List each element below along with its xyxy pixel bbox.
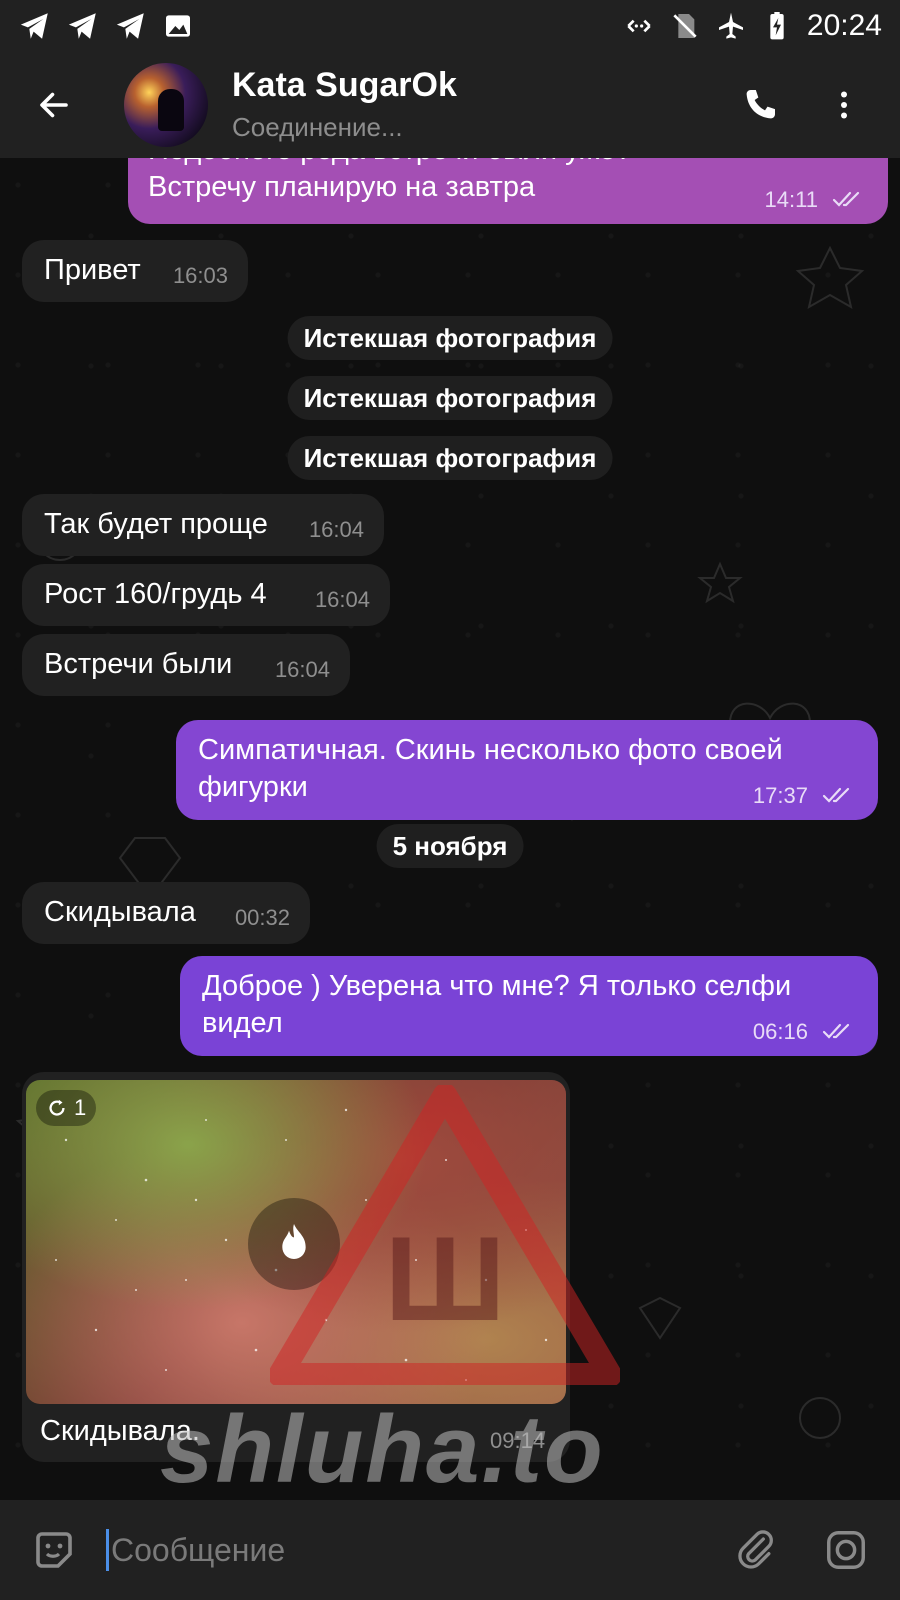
call-button[interactable]: [728, 73, 792, 137]
watermark-text: shluha.to: [160, 1396, 605, 1503]
more-options-button[interactable]: [812, 73, 876, 137]
no-sim-icon: [673, 14, 697, 38]
message-text: Привет: [44, 254, 141, 286]
airplane-mode-icon: [718, 12, 743, 39]
message-meta: 06:16: [753, 1012, 856, 1050]
message-input[interactable]: Сообщение: [106, 1529, 726, 1571]
svg-text:Ш: Ш: [385, 1212, 506, 1346]
message-time: 16:03: [172, 263, 228, 288]
message-time: 06:16: [752, 1019, 808, 1044]
expired-photo-notice: Истекшая фотография: [287, 316, 613, 360]
message-incoming[interactable]: Рост 160/грудь 4 16:04: [22, 564, 390, 626]
notification-icons: [18, 9, 194, 43]
system-indicators: 20:24: [623, 9, 882, 43]
watermark-logo: Ш: [270, 1085, 620, 1385]
message-text: Так будет проще: [44, 508, 268, 540]
contact-name: Kata SugarOk: [232, 66, 457, 104]
avatar[interactable]: [124, 63, 208, 147]
message-meta: 17:37: [753, 776, 856, 814]
message-outgoing[interactable]: Подобного рода встречи были уже? Встречу…: [128, 158, 888, 224]
message-time: 16:04: [308, 517, 364, 542]
message-composer: Сообщение: [0, 1500, 900, 1600]
phone-icon: [746, 90, 775, 119]
telegram-notification-icon: [68, 13, 96, 39]
data-saver-icon: [627, 19, 651, 33]
message-text: Встречу планирую на завтра: [148, 171, 536, 203]
camera-button[interactable]: [816, 1520, 876, 1580]
message-time: 16:04: [314, 587, 370, 612]
sticker-smile-icon: [36, 1532, 72, 1568]
message-text: Доброе ) Уверена что мне? Я только селфи: [202, 970, 792, 1002]
message-outgoing[interactable]: Симпатичная. Скинь несколько фото своей …: [176, 720, 878, 820]
expired-photo-notice: Истекшая фотография: [287, 436, 613, 480]
double-check-icon: [822, 1024, 850, 1039]
status-bar: 20:24: [0, 0, 900, 52]
double-check-icon: [822, 788, 850, 803]
round-video-icon: [827, 1531, 865, 1569]
message-incoming[interactable]: Так будет проще 16:04: [22, 494, 384, 556]
view-once-counter: 1: [36, 1090, 97, 1126]
arrow-left-icon: [40, 92, 68, 118]
message-time: 16:04: [274, 657, 330, 682]
message-text: Подобного рода встречи были уже?: [148, 158, 868, 169]
message-time: 14:11: [764, 187, 818, 212]
message-meta: 14:11: [765, 180, 866, 218]
expired-photo-notice: Истекшая фотография: [287, 376, 613, 420]
refresh-icon: [49, 1099, 65, 1116]
counter-value: 1: [74, 1095, 87, 1120]
message-time: 00:32: [234, 905, 290, 930]
telegram-notification-icon: [116, 13, 144, 39]
message-incoming[interactable]: Привет 16:03: [22, 240, 248, 302]
message-text: Встречи были: [44, 648, 233, 680]
double-check-icon: [832, 192, 860, 207]
message-outgoing[interactable]: Доброе ) Уверена что мне? Я только селфи…: [180, 956, 878, 1056]
emoji-button[interactable]: [24, 1520, 84, 1580]
telegram-notification-icon: [20, 13, 48, 39]
chat-header: Kata SugarOk Соединение...: [0, 52, 900, 158]
more-vertical-icon: [841, 91, 847, 119]
message-incoming[interactable]: Скидывала 00:32: [22, 882, 310, 944]
date-divider: 5 ноября: [376, 824, 524, 868]
back-button[interactable]: [24, 75, 84, 135]
battery-charging-icon: [770, 12, 784, 40]
image-notification-icon: [166, 15, 190, 37]
contact-info[interactable]: Kata SugarOk Соединение...: [232, 65, 728, 145]
message-text: Рост 160/грудь 4: [44, 578, 267, 610]
connection-status: Соединение...: [232, 112, 403, 142]
message-incoming[interactable]: Встречи были 16:04: [22, 634, 350, 696]
message-text: Скидывала: [44, 896, 196, 928]
paperclip-icon: [738, 1530, 773, 1569]
message-text: Симпатичная. Скинь несколько фото своей: [198, 734, 783, 766]
attach-button[interactable]: [726, 1520, 786, 1580]
message-time: 17:37: [752, 783, 808, 808]
clock: 20:24: [806, 9, 882, 42]
